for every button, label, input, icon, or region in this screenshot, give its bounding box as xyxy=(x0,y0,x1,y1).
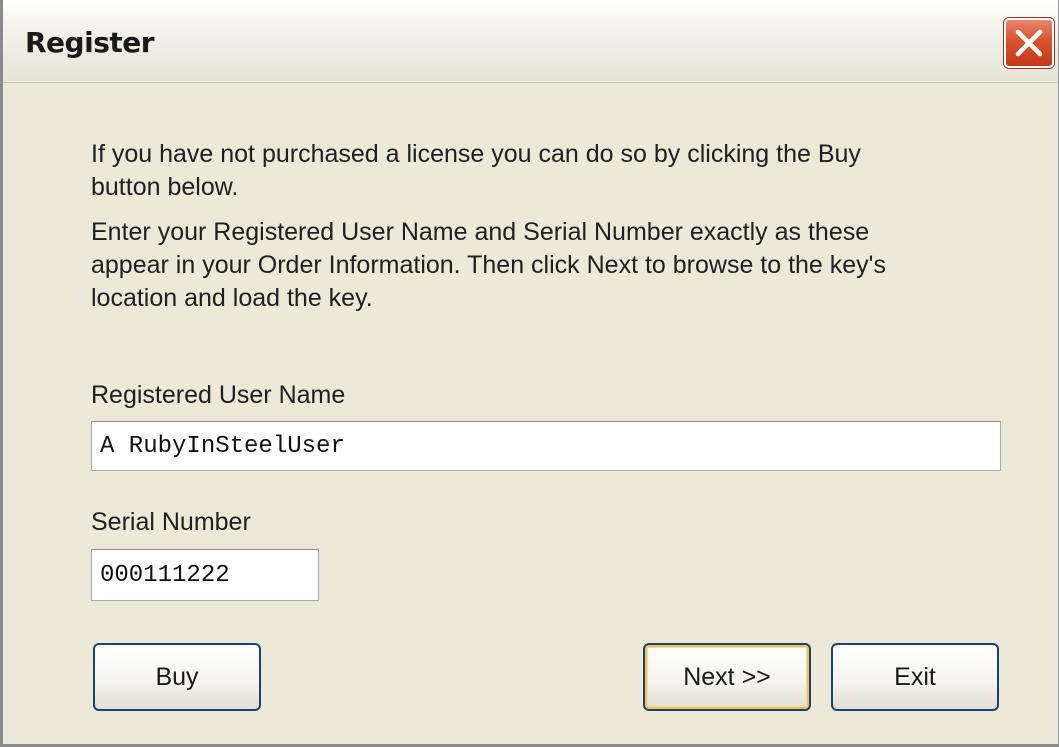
serial-number-input[interactable] xyxy=(91,549,319,601)
dialog-body: If you have not purchased a license you … xyxy=(3,83,1058,744)
purchase-instructions: If you have not purchased a license you … xyxy=(91,140,861,201)
serial-number-label: Serial Number xyxy=(91,508,251,536)
close-icon xyxy=(1015,29,1043,57)
buy-button[interactable]: Buy xyxy=(93,643,261,711)
user-name-label: Registered User Name xyxy=(91,381,346,409)
next-button[interactable]: Next >> xyxy=(643,643,811,711)
window-title: Register xyxy=(25,26,155,59)
title-bar[interactable]: Register xyxy=(3,0,1058,83)
user-name-input[interactable] xyxy=(91,421,1001,471)
close-button[interactable] xyxy=(1004,18,1054,68)
exit-button[interactable]: Exit xyxy=(831,643,999,711)
register-dialog: Register If you have not purchased a lic… xyxy=(0,0,1059,747)
registration-instructions: Enter your Registered User Name and Seri… xyxy=(91,218,886,312)
